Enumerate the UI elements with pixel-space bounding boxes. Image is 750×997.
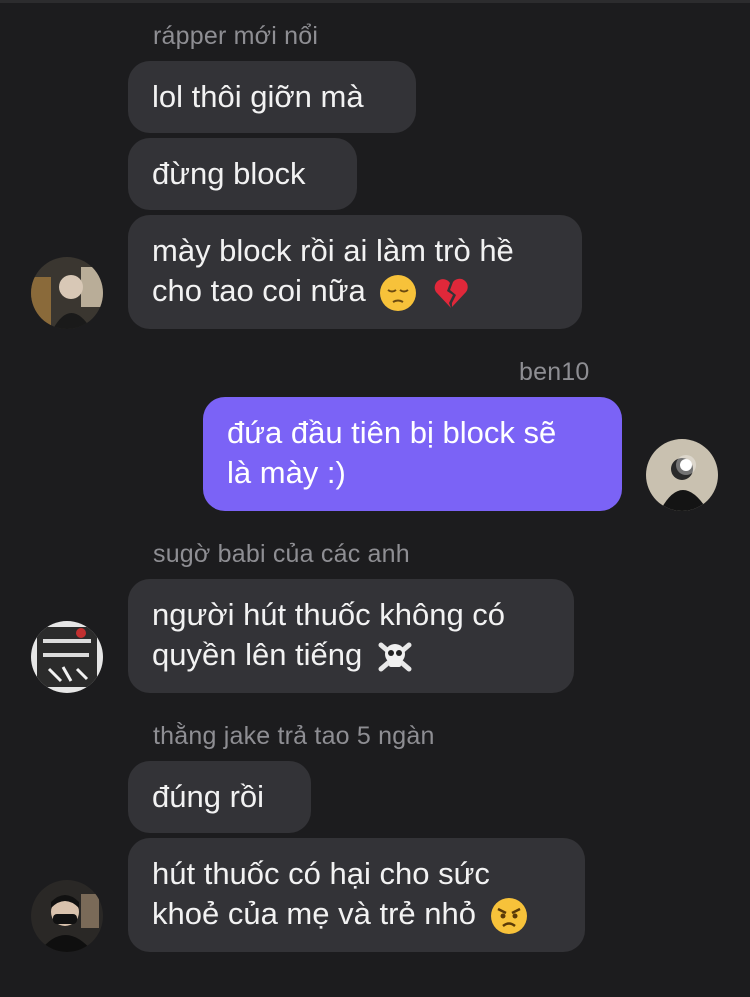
top-divider <box>0 0 750 3</box>
message-text: là mày :) <box>227 455 346 490</box>
message-text: cho tao coi nữa <box>152 273 366 308</box>
message-bubble[interactable]: mày block rồi ai làm trò hề cho tao coi … <box>128 215 582 329</box>
message-bubble[interactable]: người hút thuốc không có quyền lên tiếng <box>128 579 574 693</box>
message-text: lol thôi giỡn mà <box>152 79 364 114</box>
message-text: mày block rồi ai làm trò hề <box>152 233 514 268</box>
message-text: đừng block <box>152 156 306 191</box>
message-text: đứa đầu tiên bị block sẽ <box>227 415 557 450</box>
sender-name: thằng jake trả tao 5 ngàn <box>153 722 435 750</box>
sender-name: rápper mới nổi <box>153 22 319 50</box>
sender-name: sugờ babi của các anh <box>153 540 410 568</box>
message-text: đúng rồi <box>152 779 265 814</box>
avatar[interactable] <box>646 439 718 511</box>
message-bubble[interactable]: đứa đầu tiên bị block sẽ là mày :) <box>203 397 622 511</box>
message-bubble[interactable]: đúng rồi <box>128 761 311 833</box>
message-bubble[interactable]: lol thôi giỡn mà <box>128 61 416 133</box>
angry-face-icon <box>489 896 529 936</box>
message-text: khoẻ của mẹ và trẻ nhỏ <box>152 896 476 931</box>
message-text: quyền lên tiếng <box>152 637 363 672</box>
avatar[interactable] <box>31 880 103 952</box>
sender-name: ben10 <box>519 358 590 386</box>
avatar[interactable] <box>31 621 103 693</box>
skull-and-crossbones-icon <box>375 637 415 677</box>
pensive-face-icon <box>378 273 418 313</box>
message-bubble[interactable]: đừng block <box>128 138 357 210</box>
broken-heart-icon <box>431 273 471 313</box>
avatar[interactable] <box>31 257 103 329</box>
message-text: hút thuốc có hại cho sức <box>152 856 490 891</box>
message-bubble[interactable]: hút thuốc có hại cho sức khoẻ của mẹ và … <box>128 838 585 952</box>
message-text: người hút thuốc không có <box>152 597 506 632</box>
